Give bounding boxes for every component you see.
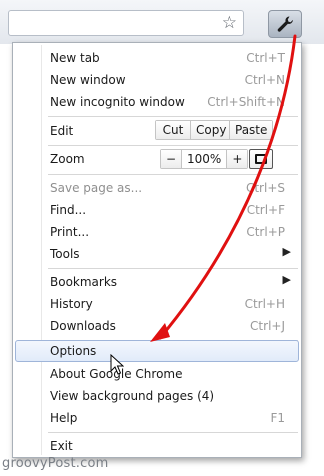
annotation-arrow (150, 34, 297, 342)
watermark-text: groovyPost.com (2, 456, 109, 471)
